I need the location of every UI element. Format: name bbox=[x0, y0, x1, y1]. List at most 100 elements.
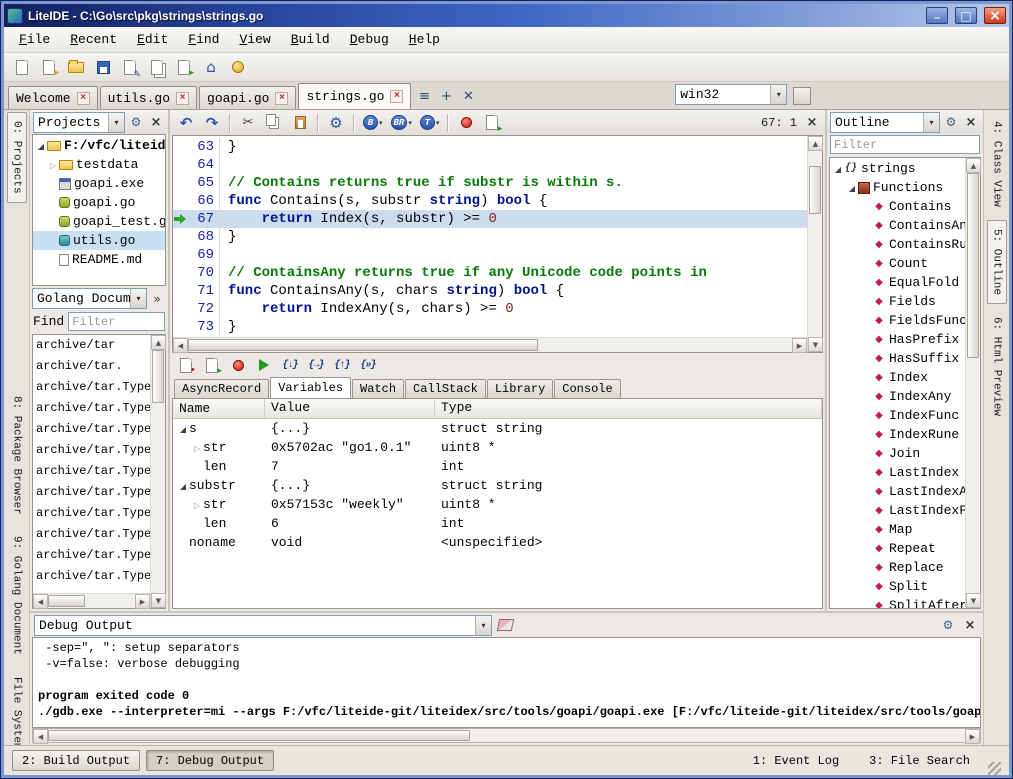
panel-menu-gear-icon[interactable] bbox=[939, 616, 957, 634]
scroll-right-button[interactable] bbox=[965, 729, 980, 744]
code-line-68[interactable]: 68} bbox=[173, 228, 807, 246]
projects-combo[interactable]: Projects bbox=[33, 112, 125, 133]
code-line-67[interactable]: 67 return Index(s, substr) >= 0 bbox=[173, 210, 807, 228]
code-line-69[interactable]: 69 bbox=[173, 246, 807, 264]
undo-icon[interactable]: ↶ bbox=[174, 111, 198, 135]
paste-icon[interactable] bbox=[288, 111, 312, 135]
code-line-71[interactable]: 71func ContainsAny(s, chars string) bool… bbox=[173, 282, 807, 300]
project-tree-item-goapi-exe[interactable]: goapi.exe bbox=[33, 174, 165, 193]
debug-tab-watch[interactable]: Watch bbox=[352, 379, 404, 398]
debug-tab-variables[interactable]: Variables bbox=[270, 377, 351, 398]
scroll-right-button[interactable] bbox=[135, 594, 150, 609]
scroll-down-button[interactable] bbox=[966, 593, 981, 608]
tree-expander-icon[interactable] bbox=[846, 180, 858, 195]
scroll-left-button[interactable] bbox=[33, 594, 48, 609]
code-line-73[interactable]: 73} bbox=[173, 318, 807, 336]
tree-expander-icon[interactable] bbox=[191, 497, 203, 512]
outline-item-lastindex[interactable]: ◆LastIndex bbox=[830, 463, 965, 482]
save-file-icon[interactable] bbox=[91, 55, 115, 79]
project-tree-item-goapi-test-go[interactable]: goapi_test.go bbox=[33, 212, 165, 231]
build-menu-button[interactable]: B▾ bbox=[360, 111, 386, 135]
line-number[interactable]: 66 bbox=[187, 192, 219, 210]
debug-tab-callstack[interactable]: CallStack bbox=[405, 379, 486, 398]
combo-dropdown-icon[interactable] bbox=[770, 85, 786, 104]
line-number[interactable]: 63 bbox=[187, 138, 219, 156]
combo-dropdown-icon[interactable] bbox=[108, 113, 124, 132]
side-tab-9-golang-document[interactable]: 9: Golang Document bbox=[7, 527, 27, 664]
tab-welcome[interactable]: Welcome× bbox=[8, 86, 98, 109]
outline-item-hasprefix[interactable]: ◆HasPrefix bbox=[830, 330, 965, 349]
side-tab-5-outline[interactable]: 5: Outline bbox=[987, 220, 1007, 304]
outline-item-equalfold[interactable]: ◆EqualFold bbox=[830, 273, 965, 292]
godoc-list-item[interactable]: archive/tar.TypeCo bbox=[33, 419, 150, 440]
status-button-2-build-output[interactable]: 2: Build Output bbox=[12, 750, 140, 771]
menu-item-debug[interactable]: Debug bbox=[341, 29, 398, 50]
godoc-list-item[interactable]: archive/tar.TypeBlo bbox=[33, 377, 150, 398]
add-tab-icon[interactable]: + bbox=[435, 85, 457, 107]
panel-close-icon[interactable] bbox=[147, 113, 165, 131]
run-to-line-icon[interactable]: {»} bbox=[356, 353, 380, 377]
variable-row-str[interactable]: str0x5702ac "go1.0.1"uint8 * bbox=[173, 438, 822, 457]
godoc-list-item[interactable]: archive/tar.TypeDir bbox=[33, 440, 150, 461]
open-file-icon[interactable]: ▸ bbox=[37, 55, 61, 79]
new-file-icon[interactable] bbox=[10, 55, 34, 79]
status-button-3-file-search[interactable]: 3: File Search bbox=[859, 750, 980, 771]
stop-debug-icon[interactable] bbox=[226, 353, 250, 377]
outline-item-lastindexany[interactable]: ◆LastIndexAny bbox=[830, 482, 965, 501]
scroll-left-button[interactable] bbox=[173, 338, 188, 353]
scroll-down-button[interactable] bbox=[151, 593, 166, 608]
line-number[interactable]: 71 bbox=[187, 282, 219, 300]
save-all-icon[interactable] bbox=[145, 55, 169, 79]
godoc-list-item[interactable]: archive/tar.TypeFif bbox=[33, 461, 150, 482]
close-tab-icon[interactable]: × bbox=[390, 90, 403, 103]
code-editor[interactable]: 63}6465// Contains returns true if subst… bbox=[172, 135, 823, 353]
outline-item-indexany[interactable]: ◆IndexAny bbox=[830, 387, 965, 406]
variable-row-noname[interactable]: nonamevoid<unspecified> bbox=[173, 533, 822, 552]
variable-row-substr[interactable]: substr{...}struct string bbox=[173, 476, 822, 495]
editor-close-icon[interactable] bbox=[803, 114, 821, 132]
tree-expander-icon[interactable] bbox=[177, 421, 189, 436]
output-hscrollbar[interactable] bbox=[32, 728, 981, 743]
project-tree-item-readme-md[interactable]: README.md bbox=[33, 250, 165, 269]
update-view-icon[interactable]: ▸ bbox=[200, 353, 224, 377]
combo-dropdown-icon[interactable] bbox=[923, 113, 939, 132]
tree-expander-icon[interactable] bbox=[191, 440, 203, 455]
combo-dropdown-icon[interactable] bbox=[475, 616, 491, 635]
cut-icon[interactable]: ✂ bbox=[236, 111, 260, 135]
code-line-64[interactable]: 64 bbox=[173, 156, 807, 174]
line-number[interactable]: 69 bbox=[187, 246, 219, 264]
build-config-icon[interactable]: ⚙ bbox=[324, 111, 348, 135]
line-number[interactable]: 70 bbox=[187, 264, 219, 282]
menu-item-recent[interactable]: Recent bbox=[61, 29, 126, 50]
outline-item-hassuffix[interactable]: ◆HasSuffix bbox=[830, 349, 965, 368]
line-number[interactable]: 65 bbox=[187, 174, 219, 192]
tree-expander-icon[interactable] bbox=[832, 161, 844, 176]
project-tree-item-f-vfc-liteide-git[interactable]: F:/vfc/liteide-git bbox=[33, 136, 165, 155]
variable-row-len[interactable]: len7int bbox=[173, 457, 822, 476]
godoc-list-item[interactable]: archive/tar.TypeReg bbox=[33, 503, 150, 524]
maximize-button[interactable] bbox=[955, 7, 977, 24]
godoc-list-item[interactable]: archive/tar.TypeCh bbox=[33, 398, 150, 419]
tab-goapi-go[interactable]: goapi.go× bbox=[199, 86, 296, 109]
project-tree-item-utils-go[interactable]: utils.go bbox=[33, 231, 165, 250]
outline-item-fields[interactable]: ◆Fields bbox=[830, 292, 965, 311]
panel-menu-gear-icon[interactable] bbox=[942, 113, 960, 131]
options-icon[interactable] bbox=[226, 55, 250, 79]
outline-item-replace[interactable]: ◆Replace bbox=[830, 558, 965, 577]
outline-item-contains[interactable]: ◆Contains bbox=[830, 197, 965, 216]
outline-item-split[interactable]: ◆Split bbox=[830, 577, 965, 596]
vars-column-name[interactable]: Name bbox=[173, 399, 265, 418]
line-number[interactable]: 64 bbox=[187, 156, 219, 174]
target-combo[interactable]: win32 bbox=[675, 84, 787, 105]
panel-close-icon[interactable] bbox=[962, 113, 980, 131]
open-folder-icon[interactable] bbox=[64, 55, 88, 79]
outline-item-map[interactable]: ◆Map bbox=[830, 520, 965, 539]
side-tab-0-projects[interactable]: 0: Projects bbox=[7, 112, 27, 203]
outline-item-indexfunc[interactable]: ◆IndexFunc bbox=[830, 406, 965, 425]
editor-vscrollbar[interactable] bbox=[807, 136, 822, 352]
start-debug-icon[interactable] bbox=[454, 111, 478, 135]
outline-item-functions[interactable]: Functions bbox=[830, 178, 965, 197]
code-line-72[interactable]: 72 return IndexAny(s, chars) >= 0 bbox=[173, 300, 807, 318]
menu-item-file[interactable]: File bbox=[10, 29, 59, 50]
scroll-up-button[interactable] bbox=[966, 158, 981, 173]
